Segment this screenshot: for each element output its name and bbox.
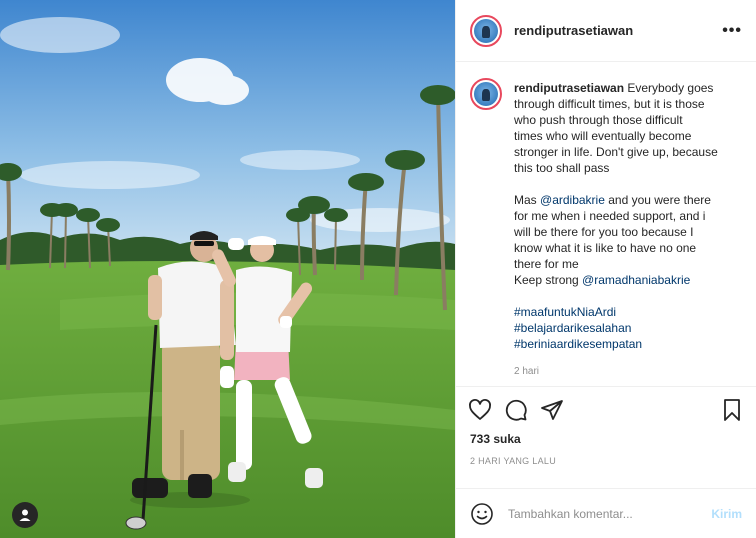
comment-input[interactable] (506, 505, 712, 522)
action-bar (456, 386, 756, 432)
tagged-user-button[interactable] (12, 502, 38, 528)
post-photo[interactable] (0, 0, 455, 538)
username[interactable]: rendiputrasetiawan (514, 23, 722, 38)
post-date[interactable]: 2 HARI YANG LALU (456, 450, 756, 474)
emoji-icon[interactable] (470, 502, 494, 526)
heart-icon[interactable] (468, 398, 492, 422)
hashtag[interactable]: #belajardarikesalahan (514, 320, 718, 336)
comment-icon[interactable] (504, 398, 528, 422)
user-icon (19, 509, 31, 521)
instagram-post: rendiputrasetiawan ••• rendiputrasetiawa… (0, 0, 756, 538)
bookmark-icon[interactable] (720, 398, 744, 422)
hashtag[interactable]: #maafuntukNiaArdi (514, 304, 718, 320)
hashtag[interactable]: #beriniaardikesempatan (514, 336, 718, 352)
avatar[interactable] (470, 14, 502, 47)
caption-avatar[interactable] (470, 78, 502, 110)
comment-bar: Kirim (456, 488, 756, 538)
more-horizontal-icon[interactable]: ••• (722, 22, 742, 40)
share-icon[interactable] (540, 398, 564, 422)
like-count[interactable]: 733 suka (456, 432, 756, 450)
caption-username[interactable]: rendiputrasetiawan (514, 81, 624, 95)
post-header: rendiputrasetiawan ••• (456, 0, 756, 62)
mention-ardibakrie[interactable]: @ardibakrie (540, 193, 605, 207)
caption: rendiputrasetiawan Everybody goes throug… (514, 80, 718, 386)
mention-ramadhaniabakrie[interactable]: @ramadhaniabakrie (582, 273, 690, 287)
post-sidebar: rendiputrasetiawan ••• rendiputrasetiawa… (455, 0, 756, 538)
post-comment-button[interactable]: Kirim (711, 507, 742, 521)
caption-area: rendiputrasetiawan Everybody goes throug… (456, 62, 756, 386)
caption-time[interactable]: 2 hari (514, 364, 718, 380)
golf-course-photo (0, 0, 455, 538)
